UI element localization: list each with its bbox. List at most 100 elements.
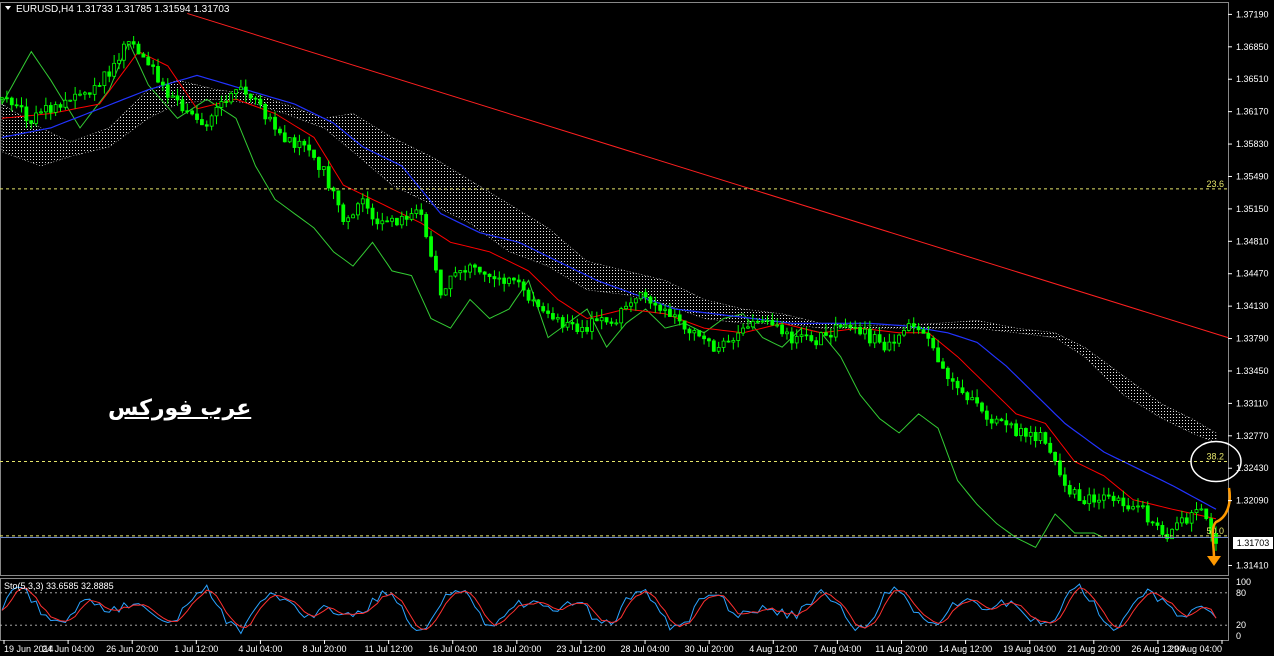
candle-body [341, 204, 346, 222]
candle-body [960, 387, 965, 394]
candle-body [975, 397, 980, 404]
candle-body [804, 334, 809, 337]
x-tick-label: 16 Jul 04:00 [428, 644, 477, 654]
candle-body [643, 292, 648, 298]
candle-body [209, 115, 214, 127]
candle-body [863, 328, 867, 335]
candle-body [336, 190, 341, 206]
candle-body [326, 166, 331, 189]
stoch-level-label: 80 [1236, 588, 1246, 598]
x-tick-label: 19 Aug 04:00 [1003, 644, 1056, 654]
candle-body [282, 132, 287, 143]
candle-body [1189, 512, 1194, 524]
candle-body [755, 320, 760, 323]
candle-body [785, 331, 789, 335]
candle-body [882, 341, 887, 351]
candle-body [629, 302, 633, 307]
candle-body [668, 308, 672, 317]
candle-body [375, 218, 380, 225]
candle-body [746, 326, 750, 329]
candle-body [877, 334, 882, 343]
candle-body [945, 367, 950, 380]
candle-body [102, 71, 107, 86]
x-tick-label: 21 Aug 20:00 [1067, 644, 1120, 654]
candle-body [736, 332, 741, 341]
candle-body [775, 324, 780, 327]
candle-body [121, 43, 126, 61]
candle-body [458, 270, 463, 274]
candle-body [1136, 505, 1140, 508]
candle-body [224, 101, 229, 103]
candle-body [404, 215, 409, 220]
candle-body [580, 327, 585, 333]
candle-body [287, 137, 292, 143]
x-tick-label: 7 Aug 04:00 [813, 644, 861, 654]
candle-body [1053, 451, 1058, 462]
candle-body [219, 101, 224, 108]
chart-canvas[interactable]: 23.6 38.2 50.0 10080 200 1.37190 1.36850 1.36… [0, 0, 1274, 656]
candle-body [902, 330, 906, 336]
candle-body [1184, 517, 1189, 524]
candle-body [243, 86, 248, 95]
candle-body [872, 334, 877, 344]
candle-body [43, 105, 48, 113]
candle-body [453, 272, 458, 277]
symbol-header: EURUSD,H4 1.31733 1.31785 1.31594 1.3170… [16, 4, 230, 15]
candle-body [317, 157, 321, 170]
candle-body [843, 324, 848, 328]
stoch-level-label: 100 [1236, 577, 1251, 587]
stoch-signal-line [1, 587, 1217, 631]
y-tick-label: 1.35150 [1236, 204, 1269, 214]
candle-body [24, 106, 29, 122]
candle-body [658, 304, 663, 311]
candle-body [819, 332, 823, 346]
candle-body [34, 112, 39, 124]
candle-body [648, 296, 653, 304]
candle-body [1028, 431, 1033, 437]
candle-body [546, 310, 550, 314]
candle-body [1067, 484, 1072, 495]
candle-body [268, 116, 273, 120]
y-tick-label: 1.36850 [1236, 42, 1269, 52]
candle-body [731, 340, 736, 343]
candle-body [1062, 474, 1067, 486]
candle-body [999, 418, 1004, 422]
candle-body [867, 328, 872, 344]
candle-body [1004, 420, 1009, 426]
candle-body [1101, 494, 1106, 501]
candle-body [507, 277, 511, 284]
y-tick-label: 1.32090 [1236, 496, 1269, 506]
candle-body [926, 332, 931, 339]
x-tick-label: 24 Jun 04:00 [42, 644, 94, 654]
arrow-head-icon [1207, 556, 1221, 566]
candle-body [536, 299, 541, 307]
y-tick-label: 1.37190 [1236, 9, 1269, 19]
candle-body [980, 402, 984, 412]
candle-body [512, 277, 516, 281]
candle-body [653, 302, 658, 306]
triangle-down-icon[interactable] [5, 6, 11, 10]
candle-body [687, 328, 692, 334]
candle-body [1126, 505, 1131, 510]
candle-body [892, 341, 897, 344]
candle-body [190, 110, 195, 115]
candle-body [312, 149, 316, 158]
candle-body [0, 97, 4, 100]
forecast-arrow [1211, 487, 1231, 559]
candle-body [560, 317, 565, 328]
candle-body [141, 53, 146, 58]
candle-body [263, 103, 268, 120]
candle-body [1140, 505, 1145, 508]
candle-body [1087, 494, 1092, 505]
candle-body [1019, 428, 1023, 437]
candle-body [1023, 428, 1028, 437]
candle-body [473, 264, 477, 268]
candle-body [599, 317, 604, 322]
candle-body [721, 340, 726, 348]
y-tick-label: 1.31410 [1236, 560, 1269, 570]
y-tick-label: 1.33790 [1236, 334, 1269, 344]
candle-body [814, 340, 819, 346]
x-tick-label: 11 Jul 12:00 [364, 644, 412, 654]
candle-body [672, 314, 677, 317]
candle-body [609, 321, 614, 324]
